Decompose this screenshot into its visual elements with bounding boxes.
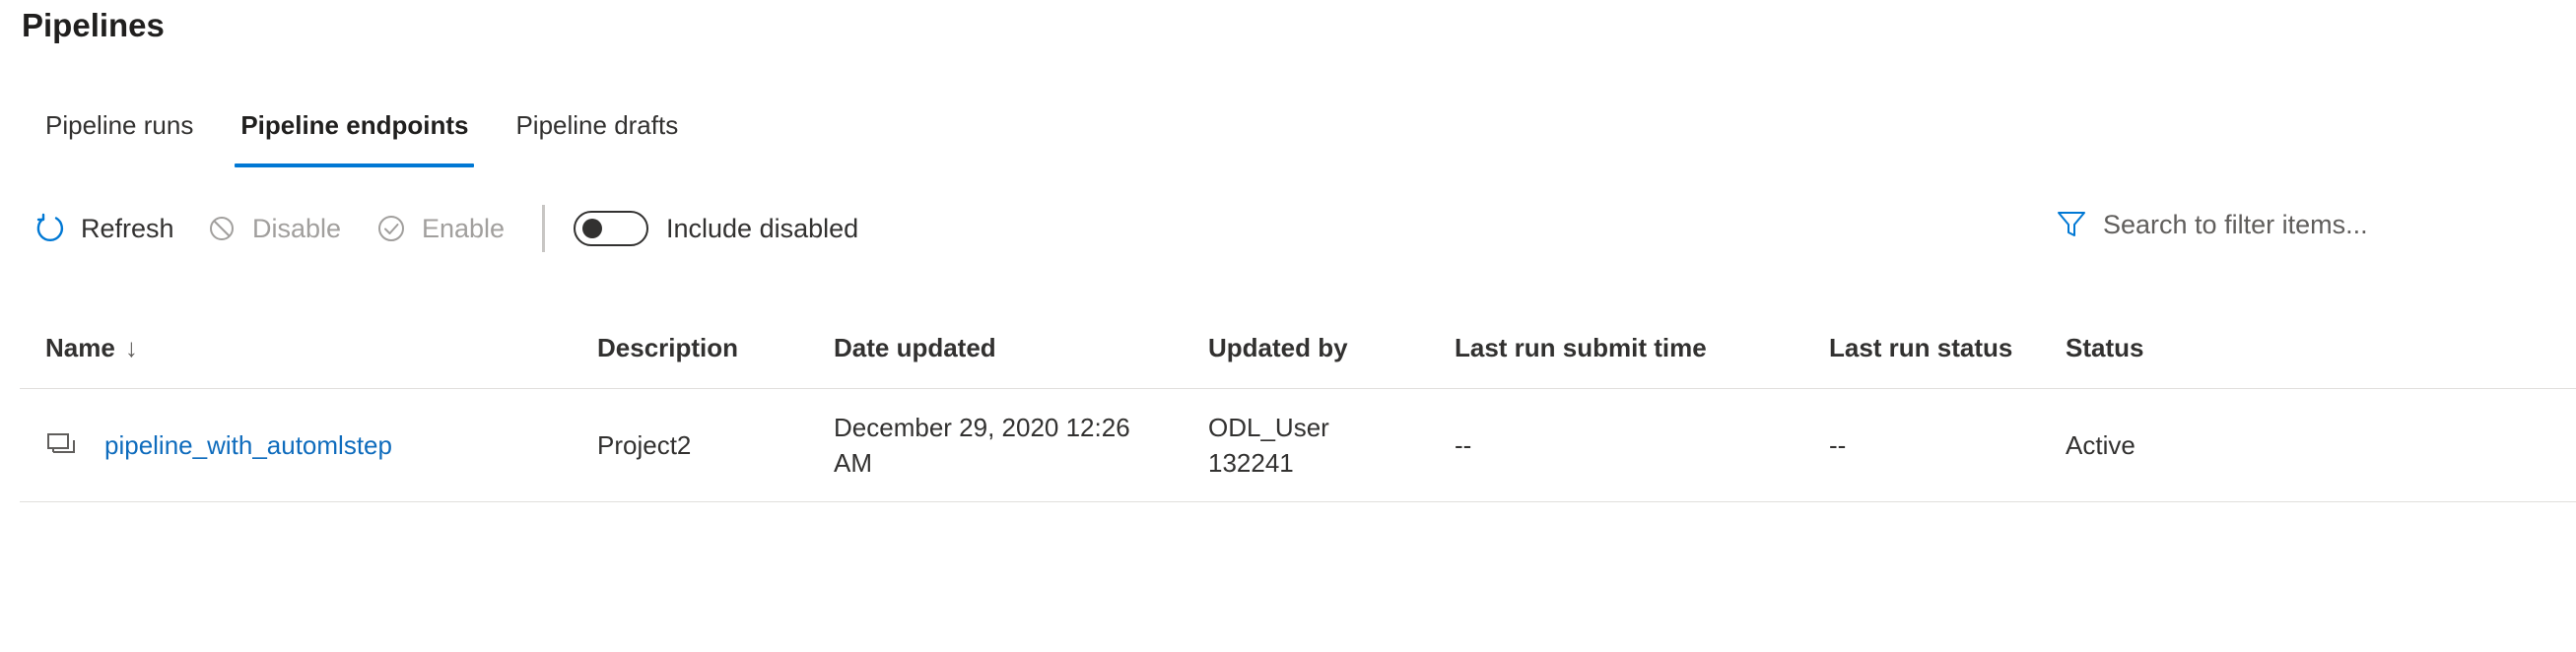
disable-button[interactable]: Disable [205,197,341,260]
page-title: Pipelines [22,7,165,43]
tab-list: Pipeline runs Pipeline endpoints Pipelin… [22,91,702,169]
tab-pipeline-runs[interactable]: Pipeline runs [22,91,217,169]
cell-updated-by: ODL_User 132241 [1208,389,1405,501]
include-disabled-toggle-group: Include disabled [574,197,858,260]
disable-label: Disable [252,213,342,243]
cell-status: Active [2066,430,2135,460]
cell-last-run-submit-time: -- [1455,430,1472,460]
pipeline-name-link[interactable]: pipeline_with_automlstep [104,427,392,463]
refresh-button[interactable]: Refresh [34,197,174,260]
filter-icon [2054,207,2089,242]
toolbar-divider [542,205,545,252]
column-header-status[interactable]: Status [2066,307,2143,388]
cell-description: Project2 [597,430,692,460]
refresh-icon [34,212,67,245]
search-placeholder: Search to filter items... [2103,209,2368,239]
include-disabled-toggle[interactable] [574,211,648,246]
column-header-name[interactable]: Name ↓ [45,307,138,388]
updated-by-value: ODL_User 132241 [1208,413,1329,478]
sort-descending-icon: ↓ [124,333,138,362]
tab-pipeline-drafts[interactable]: Pipeline drafts [492,91,702,169]
date-updated-value: December 29, 2020 12:26 AM [834,413,1130,478]
column-header-last-run-submit-time[interactable]: Last run submit time [1455,307,1707,388]
enable-label: Enable [422,213,506,243]
column-header-date-updated[interactable]: Date updated [834,307,996,388]
toolbar: Refresh Disable Enable Include disabled [22,197,2576,260]
table-row[interactable]: pipeline_with_automlstep Project2 Decemb… [20,389,2576,502]
column-header-last-run-status[interactable]: Last run status [1829,307,2012,388]
include-disabled-label: Include disabled [666,213,859,243]
pipeline-endpoints-table: Name ↓ Description Date updated Updated b… [20,307,2576,502]
check-circle-icon [374,212,408,245]
cell-last-run-status: -- [1829,430,1847,460]
column-header-updated-by[interactable]: Updated by [1208,307,1348,388]
block-icon [205,212,238,245]
search-input[interactable]: Search to filter items... [2054,197,2468,252]
column-header-name-label: Name [45,333,115,362]
enable-button[interactable]: Enable [374,197,505,260]
refresh-label: Refresh [81,213,174,243]
cell-date-updated: December 29, 2020 12:26 AM [834,389,1169,501]
pipeline-icon [45,428,79,462]
table-header: Name ↓ Description Date updated Updated b… [20,307,2576,389]
tab-pipeline-endpoints[interactable]: Pipeline endpoints [217,91,492,169]
column-header-description[interactable]: Description [597,307,738,388]
toggle-knob [582,219,602,238]
cell-name: pipeline_with_automlstep [45,389,558,501]
